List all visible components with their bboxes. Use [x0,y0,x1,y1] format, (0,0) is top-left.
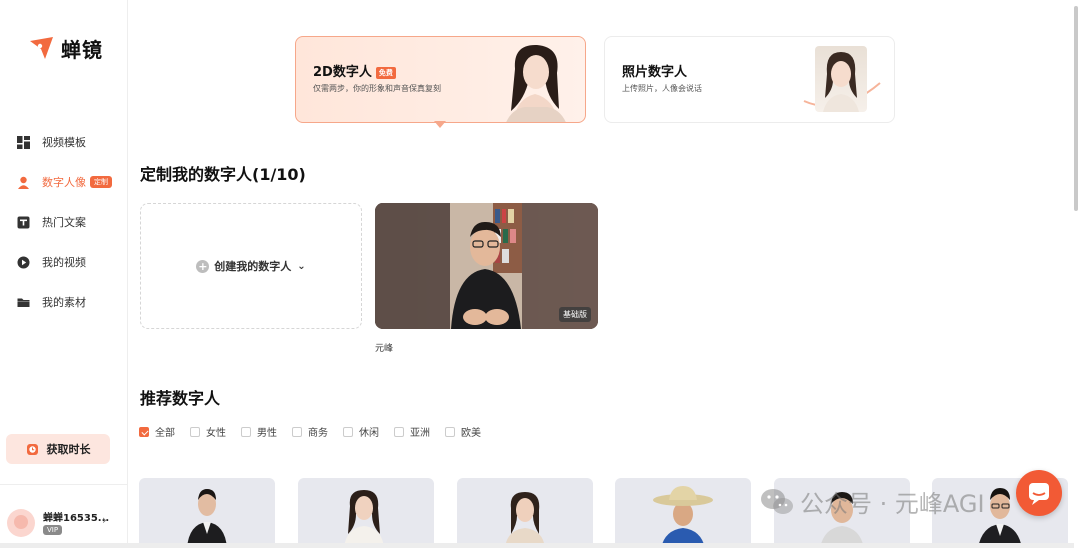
user-profile[interactable]: 蝉蝉16535... VIP › [0,484,128,548]
filter-bar: 全部 女性 男性 商务 休闲 亚洲 欧美 [139,424,496,439]
sidebar-item-label: 我的视频 [42,256,86,269]
chat-bubble-icon [1029,483,1049,505]
chevron-down-icon: ⌄ [297,260,306,272]
grid-icon [17,135,30,149]
version-badge: 基础版 [559,307,591,322]
checkbox[interactable] [292,426,302,437]
recommended-avatar-card[interactable] [139,478,275,548]
filter-asia[interactable]: 亚洲 [394,424,430,439]
card-title: 2D数字人 免费 [313,61,396,80]
recommend-section-title: 推荐数字人 [140,389,221,408]
card-title: 照片数字人 [622,65,688,80]
vertical-scrollbar[interactable] [1074,6,1078,211]
get-duration-label: 获取时长 [46,443,91,456]
sidebar-nav: 视频模板 数字人像 定制 热门文案 我的视频 我的素材 [0,122,128,322]
horizontal-scrollbar[interactable] [0,543,1074,548]
checkbox[interactable] [139,426,149,437]
sidebar-item-digital-human[interactable]: 数字人像 定制 [0,162,128,202]
filter-all[interactable]: 全部 [139,424,175,439]
checkbox[interactable] [190,426,200,437]
sidebar-item-video-templates[interactable]: 视频模板 [0,122,128,162]
person-icon [18,176,29,189]
filter-label: 全部 [155,428,175,439]
man-suit-image [187,489,227,548]
filter-male[interactable]: 男性 [241,424,277,439]
video-name: 元峰 [375,344,394,354]
document-icon [17,216,30,228]
card-subtitle: 上传照片，人像会说话 [622,84,702,93]
filter-label: 亚洲 [410,428,430,439]
filter-business[interactable]: 商务 [292,424,328,439]
checkbox[interactable] [445,426,455,437]
photo-portrait-image [815,46,867,112]
avatar [7,509,35,537]
filter-label: 商务 [308,428,328,439]
play-icon [17,256,30,268]
sidebar-item-label: 我的素材 [42,296,86,309]
chevron-right-icon: › [102,513,107,527]
custom-tag-badge: 定制 [90,176,112,188]
card-title-text: 2D数字人 [313,65,372,80]
create-digital-human-button[interactable]: + 创建我的数字人 ⌄ [140,203,362,329]
username: 蝉蝉16535... [43,513,110,524]
recommended-avatar-card[interactable] [774,478,910,548]
filter-europe-america[interactable]: 欧美 [445,424,481,439]
card-2d-digital-human[interactable]: 2D数字人 免费 仅需两步，你的形象和声音保真复刻 [295,36,586,123]
woman-casual-image [505,492,545,548]
logo[interactable]: 蝉镜 [27,33,103,63]
card-photo-digital-human[interactable]: 照片数字人 上传照片，人像会说话 [604,36,895,123]
create-label: 创建我的数字人 [214,260,292,273]
filter-female[interactable]: 女性 [190,424,226,439]
card-subtitle: 仅需两步，你的形象和声音保真复刻 [313,84,441,93]
checkbox[interactable] [241,426,251,437]
sidebar-item-label: 热门文案 [42,216,86,229]
woman-white-jacket-image [344,490,384,548]
checkbox[interactable] [343,426,353,437]
app-root: 蝉镜 视频模板 数字人像 定制 热门文案 我的视频 我的素材 获取时长 蝉蝉16… [0,0,1080,548]
sidebar-item-label: 视频模板 [42,136,86,149]
free-badge: 免费 [375,66,396,79]
filter-label: 休闲 [359,428,379,439]
filter-label: 女性 [206,428,226,439]
man-straw-hat-image [653,486,713,548]
man-glasses-image [820,492,864,548]
recommended-avatar-card[interactable] [457,478,593,548]
get-duration-button[interactable]: 获取时长 [6,434,110,464]
logo-icon [30,37,53,59]
plus-icon: + [196,259,210,273]
folder-icon [17,298,30,307]
clock-icon [26,443,38,455]
vip-badge: VIP [43,525,63,535]
filter-casual[interactable]: 休闲 [343,424,379,439]
sidebar-item-label: 数字人像 [42,176,86,189]
sidebar-item-my-videos[interactable]: 我的视频 [0,242,128,282]
recommended-avatar-card[interactable] [615,478,751,548]
recommended-avatar-card[interactable] [298,478,434,548]
filter-label: 男性 [257,428,277,439]
sidebar: 蝉镜 视频模板 数字人像 定制 热门文案 我的视频 我的素材 获取时长 蝉蝉16… [0,0,128,548]
brand-name: 蝉镜 [61,37,103,62]
selected-pointer [434,121,446,128]
chat-float-button[interactable] [1016,470,1062,516]
sidebar-item-hot-copy[interactable]: 热门文案 [0,202,128,242]
woman-portrait-image [506,44,566,122]
digital-human-video-card[interactable]: 基础版 [375,203,598,329]
filter-label: 欧美 [461,428,481,439]
custom-section-title: 定制我的数字人(1/10) [140,165,306,184]
checkbox[interactable] [394,426,404,437]
sidebar-item-my-assets[interactable]: 我的素材 [0,282,128,322]
